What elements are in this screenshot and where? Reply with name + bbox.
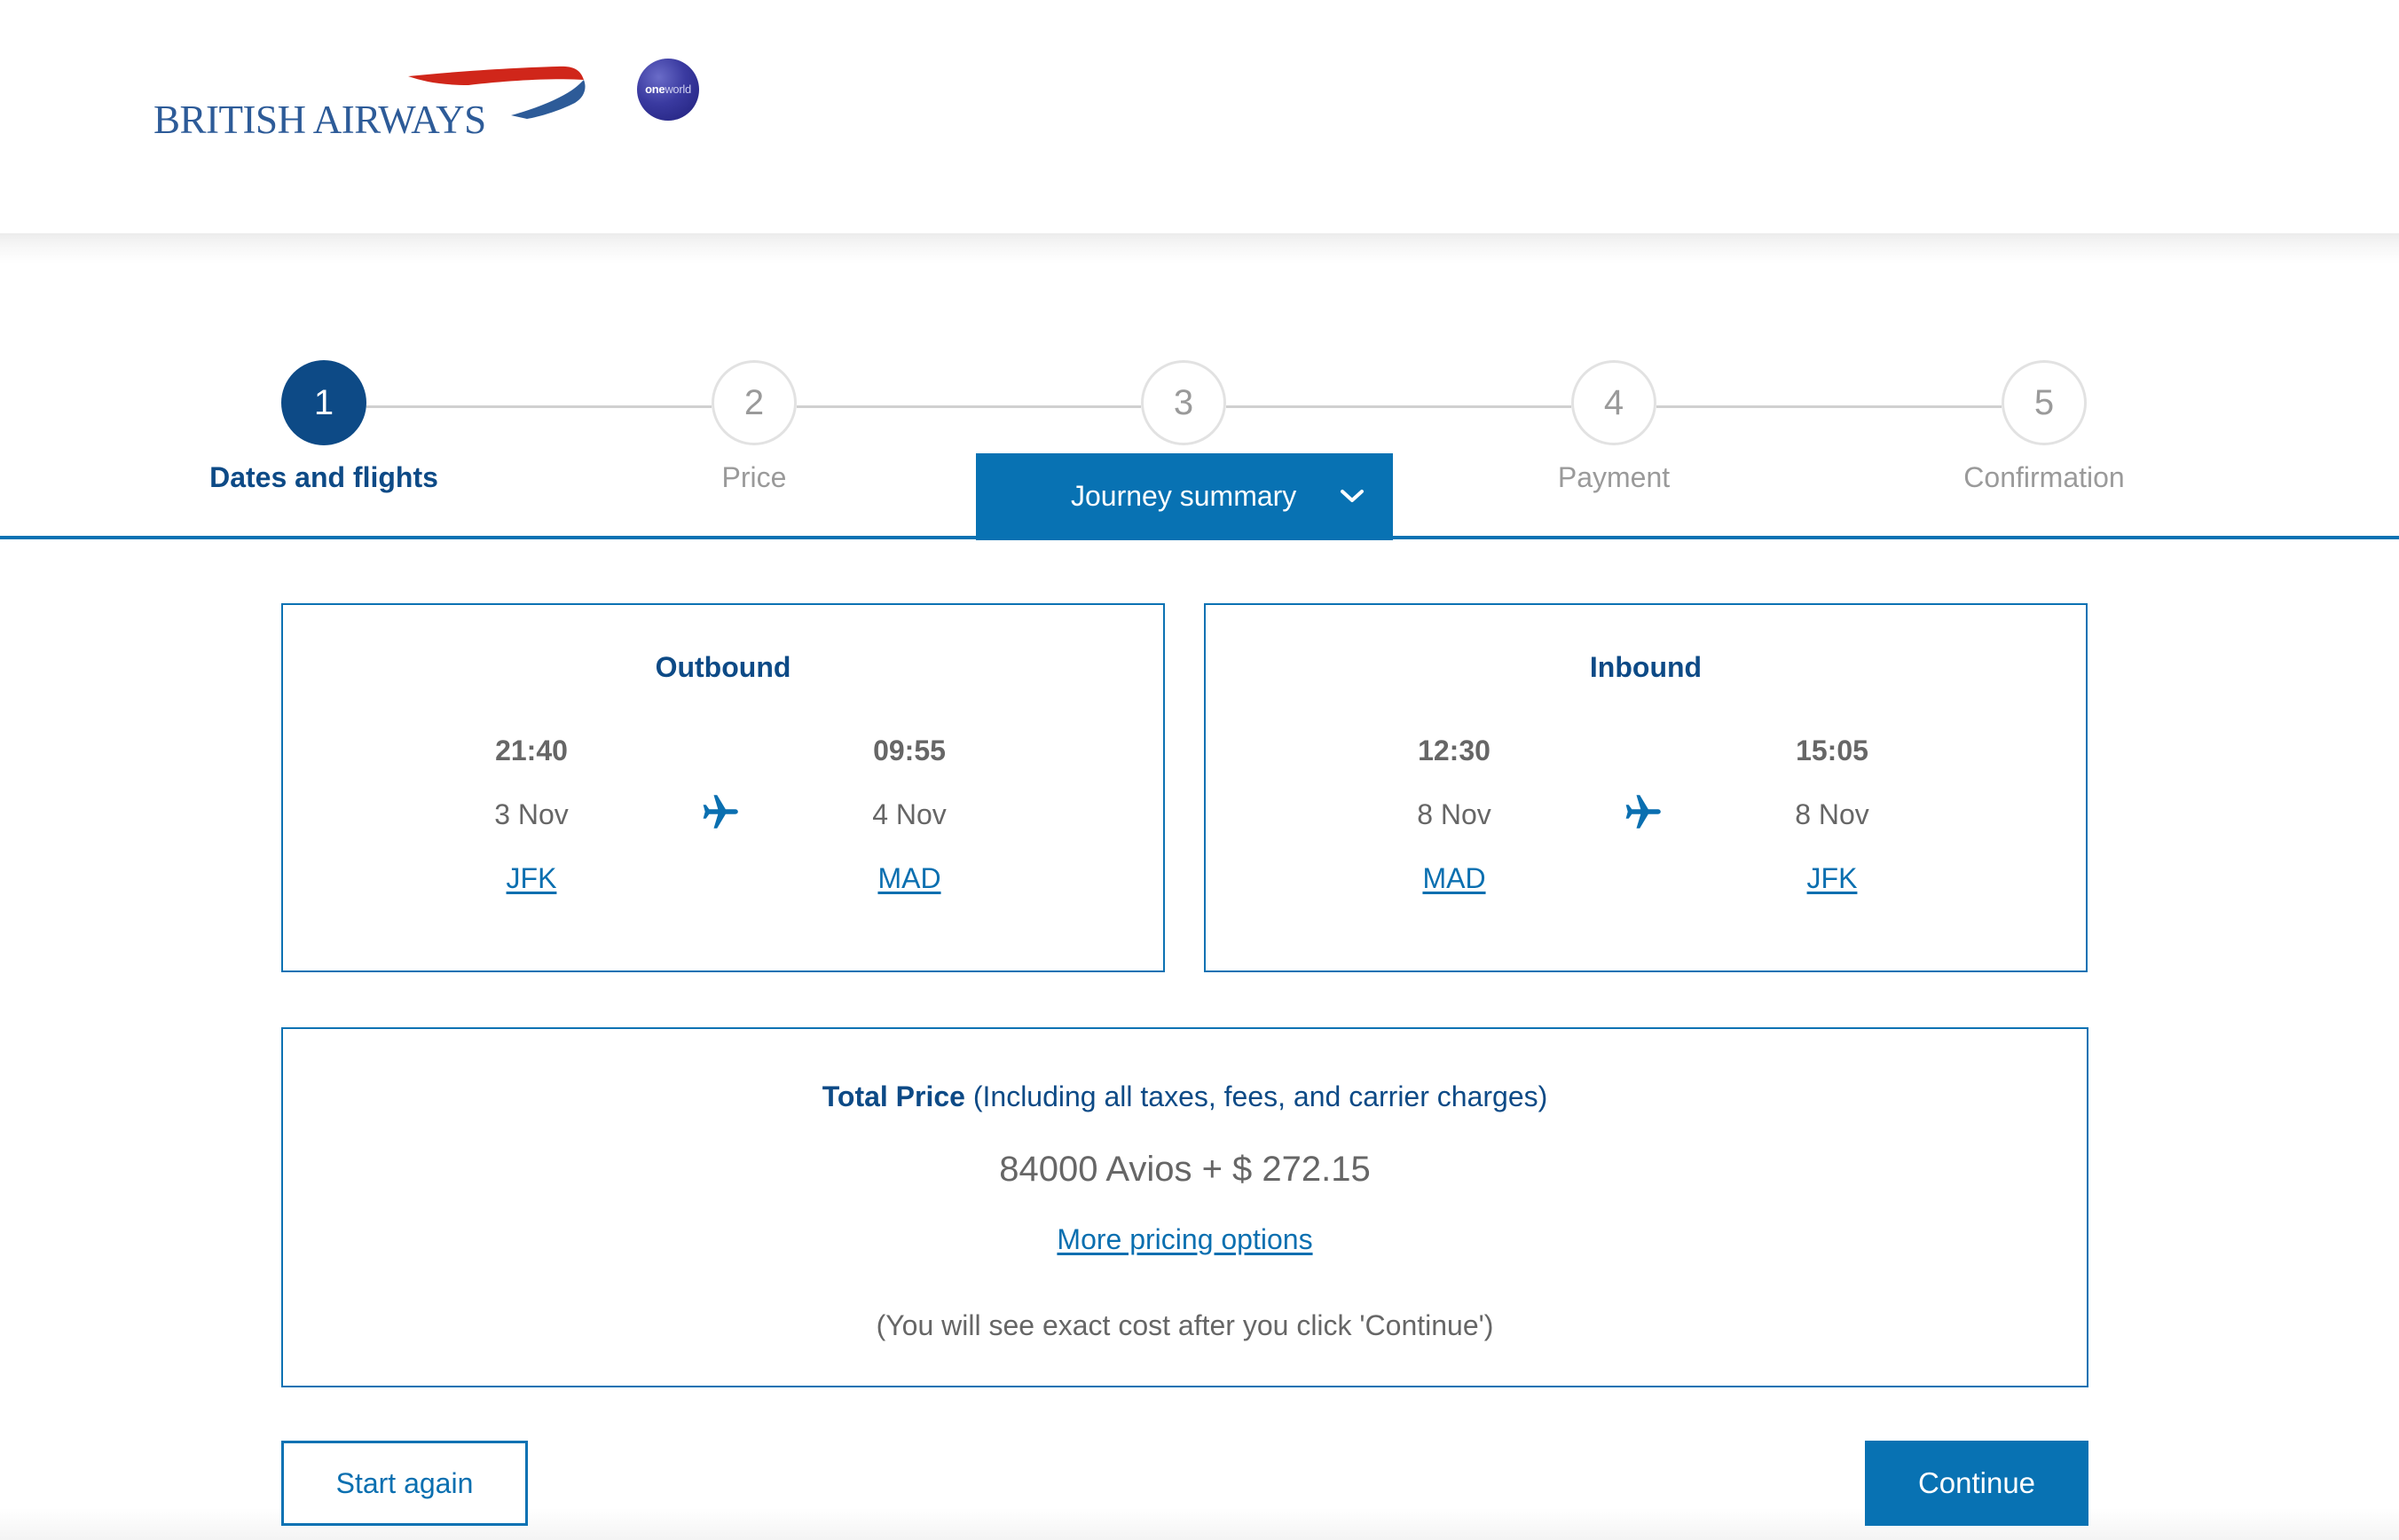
inbound-arrival: 15:05 8 Nov JFK (1699, 605, 1965, 970)
plane-icon (1625, 795, 1661, 829)
step-connector (1226, 405, 1571, 408)
stepper-divider (0, 536, 2399, 539)
departure-date: 8 Nov (1417, 798, 1491, 830)
start-again-button[interactable]: Start again (281, 1441, 528, 1526)
step-connector (1656, 405, 2002, 408)
continue-button[interactable]: Continue (1865, 1441, 2088, 1526)
outbound-departure: 21:40 3 Nov JFK (398, 605, 665, 970)
step-1-circle: 1 (281, 360, 366, 445)
oneworld-logo: oneworld (637, 59, 699, 121)
departure-time: 12:30 (1418, 735, 1491, 766)
journey-summary-toggle[interactable]: Journey summary (976, 453, 1393, 540)
inbound-card: Inbound 12:30 8 Nov MAD 15:05 8 Nov JFK (1204, 603, 2088, 972)
arrival-date: 4 Nov (872, 798, 947, 830)
step-5-label: Confirmation (1963, 461, 2125, 493)
departure-date: 3 Nov (494, 798, 569, 830)
departure-airport-link[interactable]: MAD (1321, 862, 1587, 895)
inbound-departure: 12:30 8 Nov MAD (1321, 605, 1587, 970)
oneworld-logo-light: world (665, 82, 691, 96)
arrival-time: 09:55 (873, 735, 946, 766)
step-2-circle: 2 (712, 360, 797, 445)
more-pricing-options-link[interactable]: More pricing options (1057, 1223, 1312, 1255)
step-2-label: Price (721, 461, 787, 493)
departure-airport-link[interactable]: JFK (398, 862, 665, 895)
departure-time: 21:40 (495, 735, 568, 766)
step-connector (797, 405, 1141, 408)
arrival-date: 8 Nov (1795, 798, 1869, 830)
plane-icon (703, 795, 738, 829)
total-price-note: (Including all taxes, fees, and carrier … (972, 1080, 1548, 1112)
outbound-card: Outbound 21:40 3 Nov JFK 09:55 4 Nov MAD (281, 603, 1165, 972)
speedmarque-swoosh-icon (408, 66, 586, 119)
total-price-value: 84000 Avios + $ 272.15 (999, 1150, 1371, 1189)
outbound-arrival: 09:55 4 Nov MAD (776, 605, 1042, 970)
step-4-label: Payment (1557, 461, 1671, 493)
step-5-circle: 5 (2002, 360, 2087, 445)
exact-cost-note: (You will see exact cost after you click… (876, 1309, 1494, 1341)
total-price-label: Total Price (822, 1080, 965, 1112)
step-1-label: Dates and flights (209, 461, 438, 493)
arrival-airport-link[interactable]: JFK (1699, 862, 1965, 895)
oneworld-logo-bold: one (645, 82, 665, 96)
chevron-down-icon (1341, 490, 1364, 502)
total-price-card: Total Price (Including all taxes, fees, … (281, 1027, 2088, 1387)
arrival-airport-link[interactable]: MAD (776, 862, 1042, 895)
journey-summary-label: Journey summary (1071, 480, 1297, 512)
header-shadow (0, 233, 2399, 263)
more-pricing-options-wrapper: More pricing options (283, 1223, 2087, 1256)
step-connector (366, 405, 712, 408)
site-header: BRITISH AIRWAYS oneworld (0, 0, 2399, 233)
total-price-heading: Total Price (Including all taxes, fees, … (283, 1080, 2087, 1113)
arrival-time: 15:05 (1796, 735, 1868, 766)
step-4-circle: 4 (1571, 360, 1656, 445)
step-3-circle: 3 (1141, 360, 1226, 445)
